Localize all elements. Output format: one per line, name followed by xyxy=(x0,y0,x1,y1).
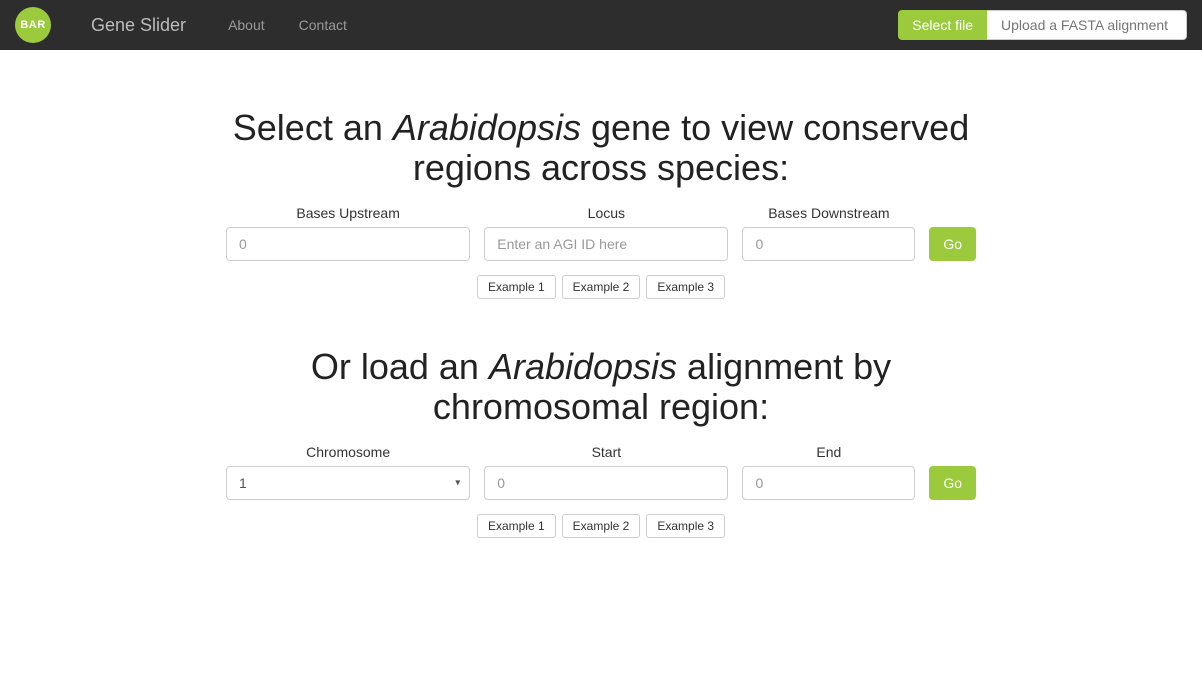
upstream-group: Bases Upstream xyxy=(226,205,470,261)
end-label: End xyxy=(816,444,841,460)
locus-input[interactable] xyxy=(484,227,728,261)
region-example-1-button[interactable]: Example 1 xyxy=(477,514,556,538)
region-form-row: Chromosome 1 Start End Go xyxy=(226,444,976,500)
select-file-button[interactable]: Select file xyxy=(898,10,987,40)
region-examples-row: Example 1 Example 2 Example 3 xyxy=(226,514,976,538)
gene-example-1-button[interactable]: Example 1 xyxy=(477,275,556,299)
gene-examples-row: Example 1 Example 2 Example 3 xyxy=(226,275,976,299)
region-heading: Or load an Arabidopsis alignment by chro… xyxy=(226,347,976,426)
nav-about[interactable]: About xyxy=(216,17,277,33)
main-container: Select an Arabidopsis gene to view conse… xyxy=(211,108,991,538)
end-group: End xyxy=(742,444,915,500)
navbar: BAR Gene Slider About Contact Select fil… xyxy=(0,0,1202,50)
navbar-left: BAR Gene Slider About Contact xyxy=(15,7,359,43)
start-group: Start xyxy=(484,444,728,500)
downstream-label: Bases Downstream xyxy=(768,205,889,221)
logo-text: BAR xyxy=(20,19,45,31)
gene-example-3-button[interactable]: Example 3 xyxy=(646,275,725,299)
start-input[interactable] xyxy=(484,466,728,500)
brand-name[interactable]: Gene Slider xyxy=(91,15,186,36)
chromosome-select[interactable]: 1 xyxy=(226,466,470,500)
gene-example-2-button[interactable]: Example 2 xyxy=(562,275,641,299)
region-go-button[interactable]: Go xyxy=(929,466,976,500)
bar-logo-icon[interactable]: BAR xyxy=(15,7,51,43)
heading2-text-em: Arabidopsis xyxy=(489,346,677,387)
start-label: Start xyxy=(592,444,622,460)
locus-label: Locus xyxy=(588,205,625,221)
region-example-2-button[interactable]: Example 2 xyxy=(562,514,641,538)
chromosome-label: Chromosome xyxy=(306,444,390,460)
gene-form-row: Bases Upstream Locus Bases Downstream Go xyxy=(226,205,976,261)
chromosome-select-wrapper: 1 xyxy=(226,466,470,500)
heading2-text-pre: Or load an xyxy=(311,346,489,387)
downstream-group: Bases Downstream xyxy=(742,205,915,261)
upstream-label: Bases Upstream xyxy=(296,205,399,221)
locus-group: Locus xyxy=(484,205,728,261)
gene-select-heading: Select an Arabidopsis gene to view conse… xyxy=(226,108,976,187)
upload-fasta-input[interactable] xyxy=(987,10,1187,40)
region-example-3-button[interactable]: Example 3 xyxy=(646,514,725,538)
navbar-right: Select file xyxy=(898,10,1187,40)
downstream-input[interactable] xyxy=(742,227,915,261)
heading-text-em: Arabidopsis xyxy=(393,107,581,148)
gene-go-button[interactable]: Go xyxy=(929,227,976,261)
nav-contact[interactable]: Contact xyxy=(287,17,359,33)
end-input[interactable] xyxy=(742,466,915,500)
chromosome-group: Chromosome 1 xyxy=(226,444,470,500)
upstream-input[interactable] xyxy=(226,227,470,261)
heading-text-pre: Select an xyxy=(233,107,393,148)
